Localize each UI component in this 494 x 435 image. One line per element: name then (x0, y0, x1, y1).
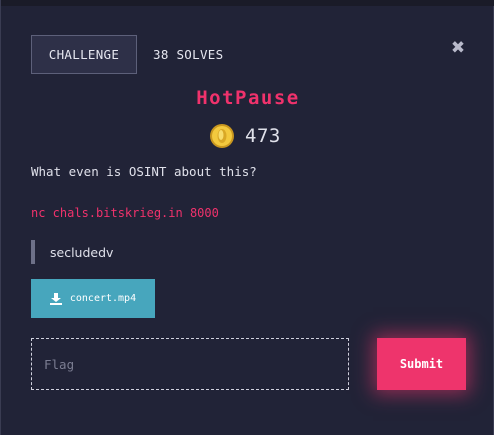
top-strip (1, 0, 494, 6)
challenge-description: What even is OSINT about this? (31, 164, 257, 179)
tab-solves-label: 38 SOLVES (153, 47, 224, 62)
points-value: 473 (245, 125, 281, 147)
challenge-author: secludedv (31, 240, 113, 264)
submit-button[interactable]: Submit (377, 338, 466, 390)
points-display: 473 (209, 122, 281, 150)
challenge-modal: CHALLENGE 38 SOLVES ✖ HotPause 473 What … (0, 0, 494, 435)
attachment-download-button[interactable]: concert.mp4 (31, 279, 155, 318)
challenge-title: HotPause (196, 87, 300, 109)
tab-challenge[interactable]: CHALLENGE (31, 35, 137, 74)
coin-icon (210, 124, 234, 148)
close-icon[interactable]: ✖ (450, 40, 466, 57)
flag-input[interactable] (31, 338, 349, 390)
author-name: secludedv (50, 244, 114, 260)
tab-solves[interactable]: 38 SOLVES (153, 35, 223, 74)
tab-challenge-label: CHALLENGE (48, 47, 120, 62)
connection-command: nc chals.bitskrieg.in 8000 (31, 206, 219, 220)
attachment-filename: concert.mp4 (69, 293, 137, 304)
download-icon (49, 292, 62, 305)
